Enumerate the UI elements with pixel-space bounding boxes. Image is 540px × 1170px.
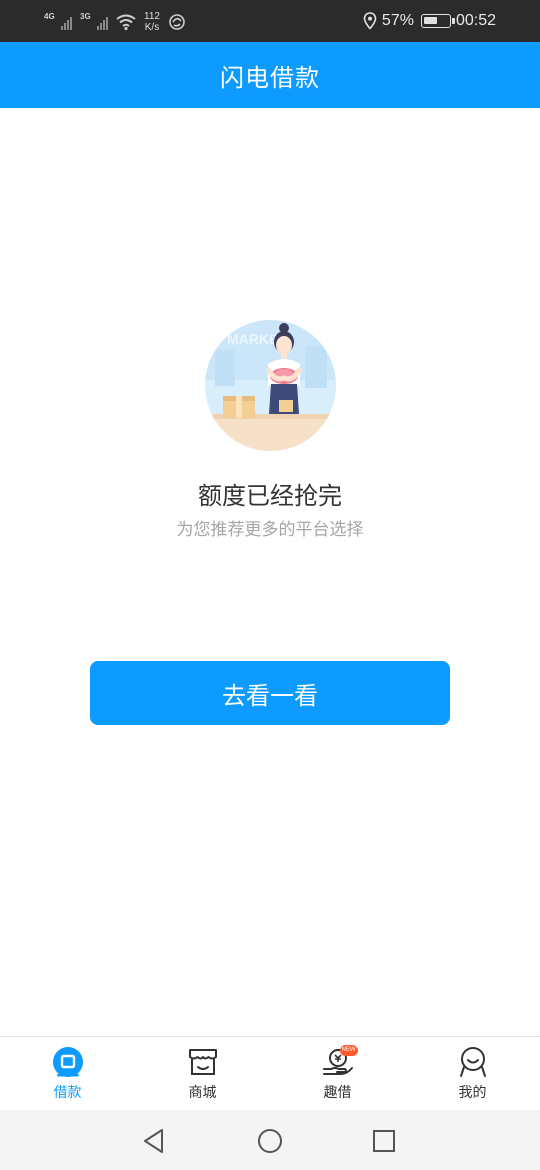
bottom-tab-bar: 借款 商城 NEW 趣借 我的 (0, 1036, 540, 1110)
status-left-group: 4G 3G 112 K/s (44, 8, 186, 36)
location-icon (363, 12, 377, 30)
profile-icon (459, 1047, 486, 1077)
tab-label: 借款 (53, 1085, 82, 1101)
shop-assistant-illustration: MARKET (205, 320, 336, 451)
tab-store[interactable]: 商城 (135, 1037, 270, 1110)
app-header: 闪电借款 (0, 42, 540, 108)
tab-fun-borrow[interactable]: NEW 趣借 (270, 1037, 405, 1110)
battery-percent: 57% (381, 12, 414, 29)
tab-label: 趣借 (323, 1085, 352, 1101)
clock: 00:52 (455, 12, 496, 29)
page-title: 闪电借款 (220, 63, 320, 92)
hand-coin-icon-wrapper: NEW (321, 1045, 358, 1079)
empty-state-subtitle: 为您推荐更多的平台选择 (176, 520, 364, 540)
go-look-button[interactable]: 去看一看 (90, 661, 450, 725)
battery-fill (423, 17, 437, 24)
recents-icon[interactable] (369, 1126, 399, 1156)
home-icon[interactable] (255, 1126, 285, 1156)
signal-4g-icon: 4G (44, 12, 72, 32)
status-right-group: 57% 00:52 (363, 10, 496, 32)
store-icon (188, 1049, 217, 1075)
network-type-label: 3G (80, 12, 91, 21)
back-icon[interactable] (139, 1126, 169, 1156)
network-speed: 112 K/s (144, 11, 160, 33)
tab-label: 商城 (188, 1085, 217, 1101)
system-nav-bar (0, 1110, 540, 1170)
network-speed-unit: K/s (144, 22, 160, 33)
new-badge: NEW (339, 1045, 358, 1056)
tab-label: 我的 (458, 1085, 487, 1101)
network-speed-value: 112 (144, 11, 160, 22)
tab-mine[interactable]: 我的 (405, 1037, 540, 1110)
status-bar: 4G 3G 112 K/s 57% 00:52 (0, 0, 540, 42)
wifi-icon (116, 14, 136, 31)
battery-icon (420, 14, 455, 28)
empty-state-title: 额度已经抢完 (198, 482, 342, 510)
sync-icon (169, 14, 185, 30)
network-type-label: 4G (44, 12, 55, 21)
tab-loan[interactable]: 借款 (0, 1037, 135, 1110)
signal-3g-icon: 3G (80, 12, 108, 32)
loan-icon (52, 1047, 83, 1077)
